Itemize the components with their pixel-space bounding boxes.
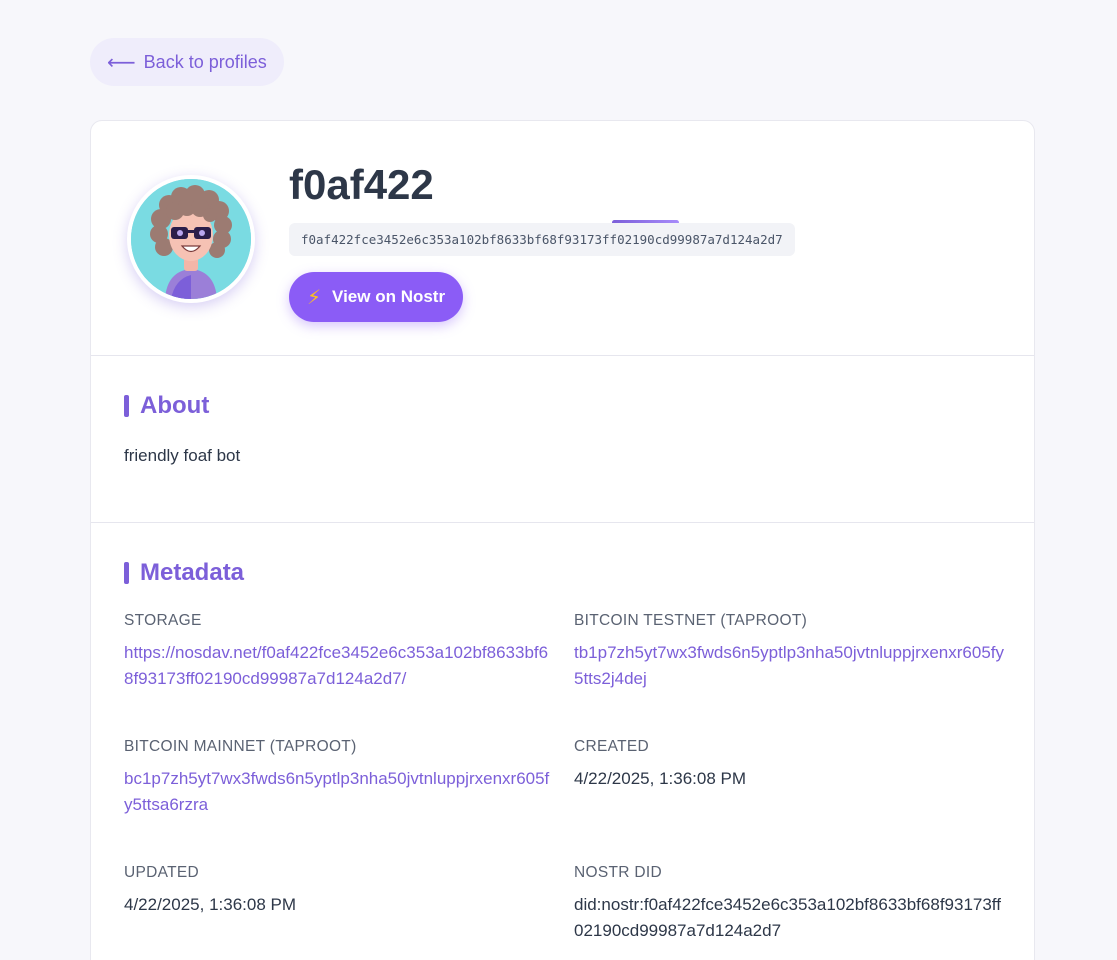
avatar	[127, 175, 255, 303]
about-text: friendly foaf bot	[124, 446, 241, 465]
view-on-nostr-label: View on Nostr	[332, 287, 446, 306]
meta-label: STORAGE	[124, 612, 202, 629]
meta-label: UPDATED	[124, 864, 200, 881]
section-accent-bar	[124, 395, 129, 417]
lightning-icon: ⚡	[307, 286, 322, 309]
meta-label: BITCOIN TESTNET (TAPROOT)	[574, 612, 808, 629]
meta-bitcoin-mainnet: BITCOIN MAINNET (TAPROOT) bc1p7zh5yt7wx3…	[124, 738, 554, 818]
arrow-left-icon: ⟵	[107, 52, 136, 74]
meta-storage: STORAGE https://nosdav.net/f0af422fce345…	[124, 612, 554, 692]
section-accent-bar	[124, 562, 129, 584]
avatar-robot-icon	[131, 179, 251, 299]
created-value: 4/22/2025, 1:36:08 PM	[574, 769, 747, 788]
storage-link[interactable]: https://nosdav.net/f0af422fce3452e6c353a…	[124, 640, 554, 692]
meta-nostr-did: NOSTR DID did:nostr:f0af422fce3452e6c353…	[574, 864, 1004, 944]
metadata-heading: Metadata	[124, 559, 244, 587]
about-section: About friendly foaf bot	[91, 356, 1034, 523]
back-to-profiles-link[interactable]: ⟵ Back to profiles	[90, 38, 284, 86]
meta-label: NOSTR DID	[574, 864, 662, 881]
view-on-nostr-button[interactable]: ⚡ View on Nostr	[289, 272, 464, 322]
profile-header: f0af422 f0af422fce3452e6c353a102bf8633bf…	[91, 121, 1034, 356]
back-link-label: Back to profiles	[143, 51, 267, 72]
pubkey-badge[interactable]: f0af422fce3452e6c353a102bf8633bf68f93173…	[289, 223, 795, 256]
metadata-title: Metadata	[140, 559, 245, 586]
profile-name: f0af422	[289, 161, 434, 208]
nostr-did-value: did:nostr:f0af422fce3452e6c353a102bf8633…	[574, 895, 1001, 940]
updated-value: 4/22/2025, 1:36:08 PM	[124, 895, 297, 914]
bitcoin-testnet-link[interactable]: tb1p7zh5yt7wx3fwds6n5yptlp3nha50jvtnlupp…	[574, 640, 1004, 692]
about-title: About	[140, 392, 210, 419]
meta-label: BITCOIN MAINNET (TAPROOT)	[124, 738, 357, 755]
meta-bitcoin-testnet: BITCOIN TESTNET (TAPROOT) tb1p7zh5yt7wx3…	[574, 612, 1004, 692]
bitcoin-mainnet-link[interactable]: bc1p7zh5yt7wx3fwds6n5yptlp3nha50jvtnlupp…	[124, 766, 554, 818]
meta-label: CREATED	[574, 738, 650, 755]
profile-card: f0af422 f0af422fce3452e6c353a102bf8633bf…	[90, 120, 1035, 960]
meta-updated: UPDATED 4/22/2025, 1:36:08 PM	[124, 864, 554, 918]
about-heading: About	[124, 392, 209, 420]
meta-created: CREATED 4/22/2025, 1:36:08 PM	[574, 738, 1004, 792]
